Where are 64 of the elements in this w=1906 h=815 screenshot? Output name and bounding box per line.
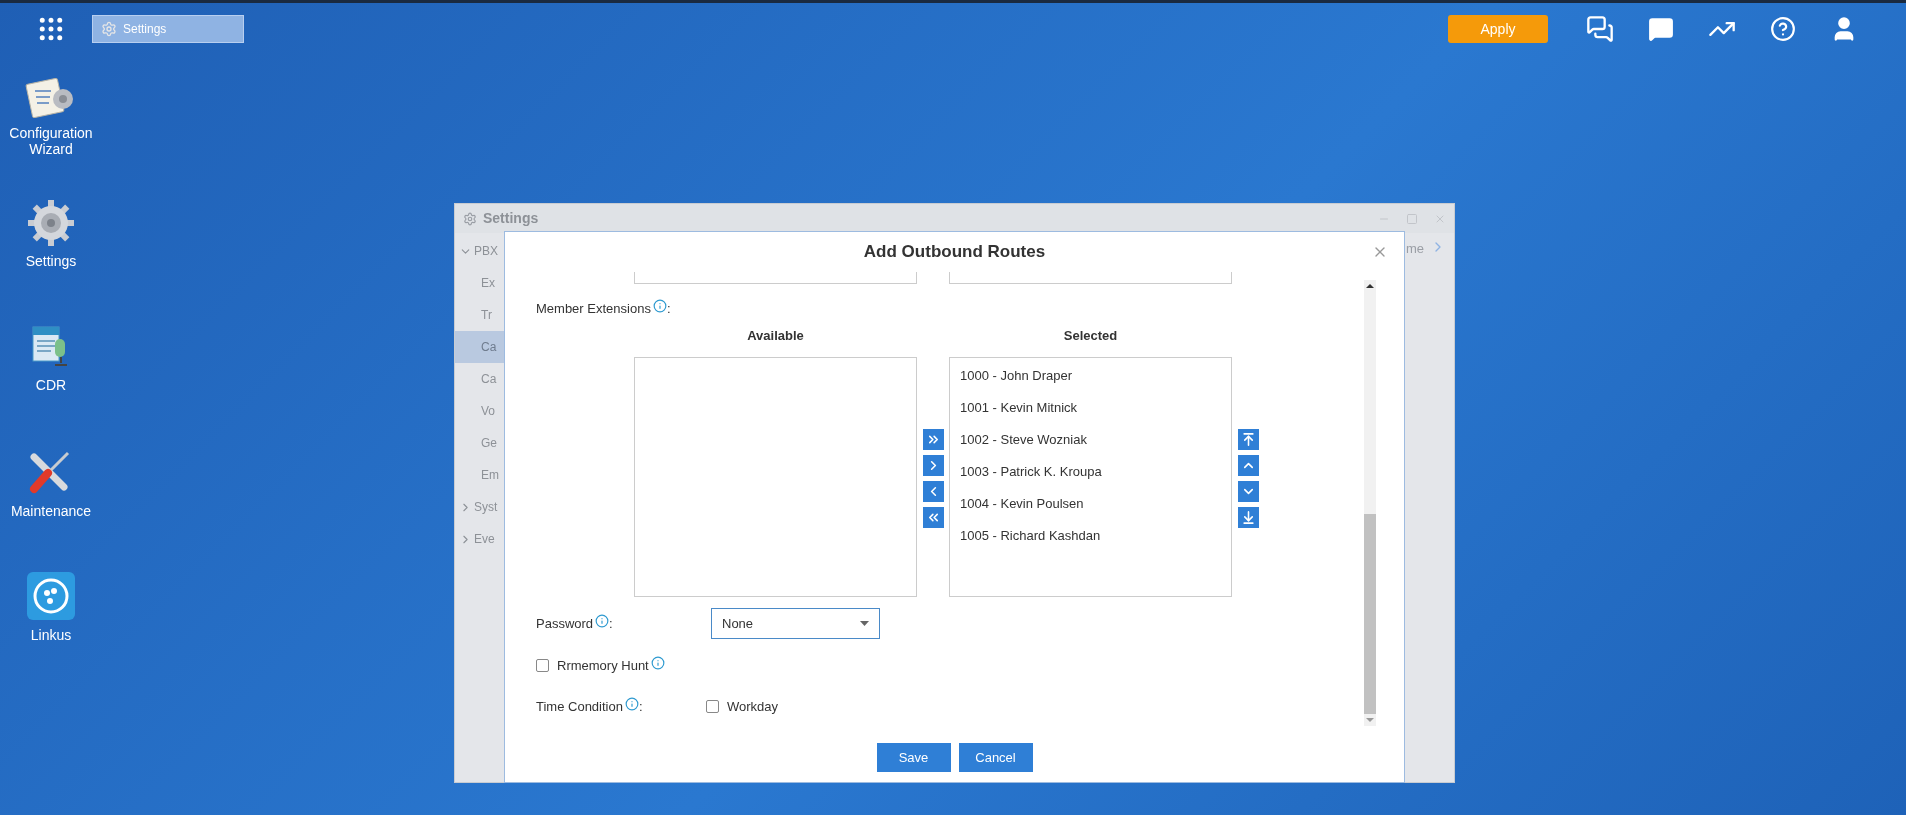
left-chevron-button[interactable] <box>922 481 944 502</box>
list-item[interactable]: 1002 - Steve Wozniak <box>950 423 1231 456</box>
list-item[interactable]: 1003 - Patrick K. Kroupa <box>950 455 1231 488</box>
info-icon <box>652 299 667 313</box>
down-chevron-button[interactable] <box>1237 481 1259 502</box>
message-icon[interactable] <box>1648 16 1674 42</box>
checkbox[interactable] <box>536 659 549 672</box>
sidebar-item[interactable]: Tr <box>455 299 505 331</box>
desktop-icon-label[interactable]: CDR <box>35 377 67 393</box>
taskbar-window-button[interactable]: Settings <box>92 15 244 43</box>
apply-button[interactable]: Apply <box>1448 15 1548 43</box>
gear-icon <box>101 21 117 37</box>
desktop-icon-label[interactable]: Configuration Wizard <box>0 125 102 157</box>
info-icon <box>650 655 665 670</box>
sidebar-item[interactable]: Ca <box>455 331 505 363</box>
double-left-chevron-button[interactable] <box>922 507 944 528</box>
dropdown-caret-icon <box>860 621 869 626</box>
up-chevron-button[interactable] <box>1237 455 1259 476</box>
help-icon[interactable] <box>1770 16 1796 42</box>
move-top-button[interactable] <box>1237 429 1259 450</box>
linkus-icon <box>26 571 76 621</box>
colon: : <box>638 697 643 716</box>
scrollbar[interactable] <box>1364 280 1376 726</box>
sidebar-item[interactable]: Ex <box>455 267 505 299</box>
move-top-icon <box>1240 432 1256 447</box>
sidebar-item[interactable]: Em <box>455 459 505 491</box>
sidebar-item[interactable]: Ca <box>455 363 505 395</box>
window-gear-icon <box>463 211 477 226</box>
sidebar-item[interactable]: Vo <box>455 395 505 427</box>
desktop-icon-label[interactable]: Settings <box>25 253 77 269</box>
save-button[interactable]: Save <box>876 743 951 772</box>
sidebar-item[interactable]: Ge <box>455 427 505 459</box>
checkbox-label: Rrmemory Hunt <box>557 656 649 675</box>
list-item[interactable]: 1004 - Kevin Poulsen <box>950 487 1231 520</box>
double-right-chevron-button[interactable] <box>922 429 944 450</box>
checkbox-label: Workday <box>727 697 779 716</box>
info-icon <box>624 696 639 711</box>
sidebar-group[interactable]: Syst <box>474 498 498 516</box>
cancel-button[interactable]: Cancel <box>958 743 1033 772</box>
field-label: Password <box>536 614 594 633</box>
right-chevron-button[interactable] <box>922 455 944 476</box>
tab-label[interactable]: me <box>1406 239 1425 259</box>
list-item[interactable]: 1005 - Richard Kashdan <box>950 519 1231 552</box>
colon: : <box>666 300 671 319</box>
list-title: Available <box>747 327 804 345</box>
desktop-icon-label[interactable]: Linkus <box>30 627 72 643</box>
list-item[interactable]: 1000 - John Draper <box>950 359 1231 392</box>
field-label: Member Extensions <box>536 300 651 319</box>
gear-icon <box>27 199 75 247</box>
desktop-icon-label[interactable]: Maintenance <box>10 503 92 519</box>
list-item[interactable]: 1001 - Kevin Mitnick <box>950 391 1231 424</box>
info-icon <box>595 613 610 628</box>
checkbox[interactable] <box>706 700 719 713</box>
move-bottom-button[interactable] <box>1237 507 1259 528</box>
move-bottom-icon <box>1240 510 1256 525</box>
field-label: Time Condition <box>536 697 623 716</box>
list-title: Selected <box>1063 327 1118 345</box>
sidebar-group[interactable]: PBX <box>474 242 498 260</box>
password-select[interactable]: None <box>711 608 880 639</box>
sidebar-group[interactable]: Eve <box>474 530 495 548</box>
chat-icon[interactable] <box>1586 15 1614 43</box>
colon: : <box>609 614 613 633</box>
window-title: Settings <box>483 209 539 228</box>
dialog-title: Add Outbound Routes <box>863 241 1046 264</box>
